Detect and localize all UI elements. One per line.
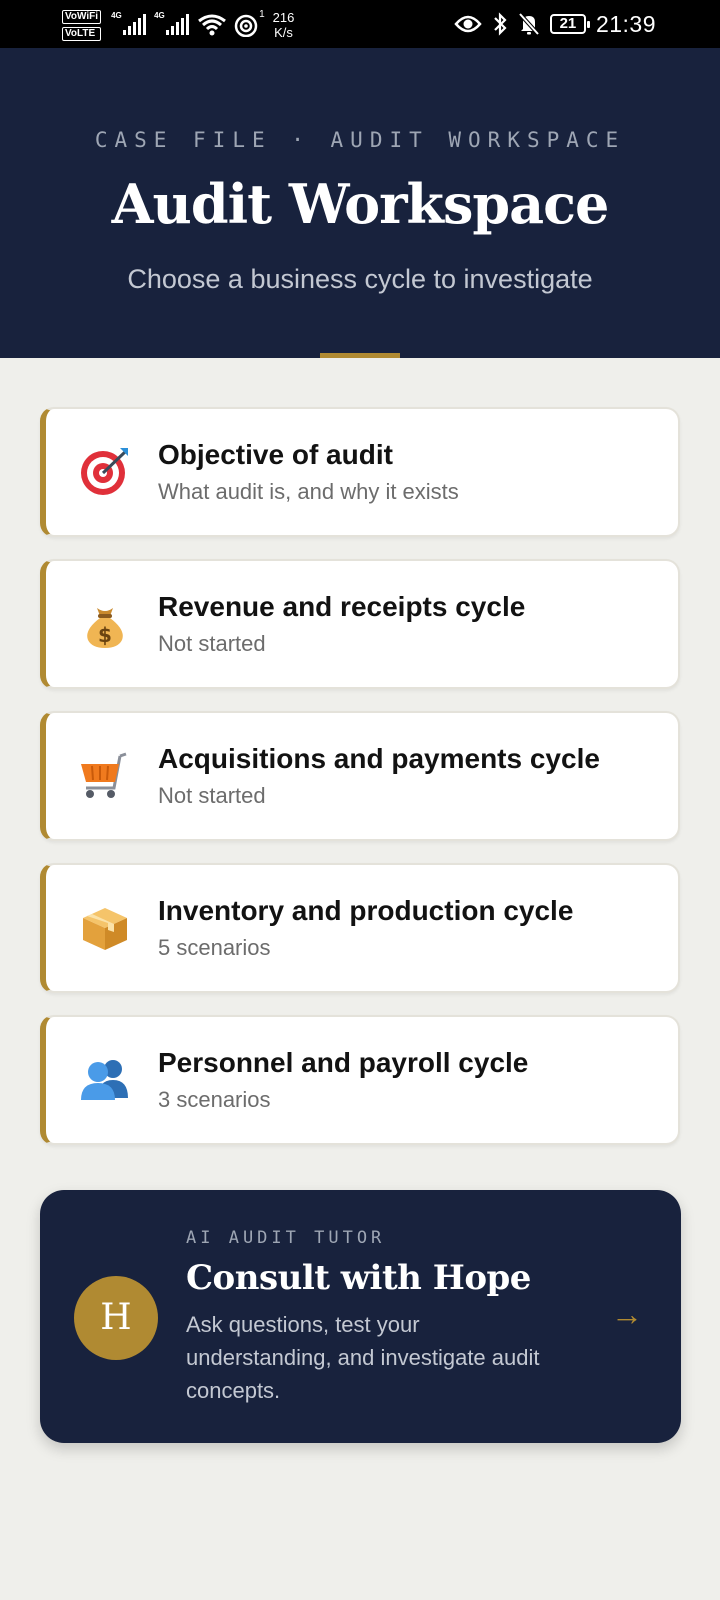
status-left: VoWiFi VoLTE 4G 4G 1 216 K/s <box>62 5 294 45</box>
card-subtitle: What audit is, and why it exists <box>158 479 459 504</box>
hotspot-count: 1 <box>259 9 265 20</box>
vowifi-indicator: VoWiFi <box>62 9 102 24</box>
clock: 21:39 <box>595 10 656 37</box>
cycle-card-list: Objective of audit What audit is, and wh… <box>40 407 680 1167</box>
cycle-card-acquisitions-payments[interactable]: Acquisitions and payments cycle Not star… <box>40 711 680 841</box>
signal-strength-icon: 4G <box>111 11 147 35</box>
card-title: Objective of audit <box>158 439 393 470</box>
page-subtitle: Choose a business cycle to investigate <box>127 264 593 294</box>
page-header: CASE FILE · AUDIT WORKSPACE Audit Worksp… <box>0 48 720 358</box>
status-right: 21 21:39 <box>454 8 656 40</box>
svg-text:$: $ <box>98 623 112 647</box>
bluetooth-icon <box>494 12 507 36</box>
header-accent-divider <box>320 353 400 358</box>
signal-strength-icon-2: 4G <box>154 11 190 35</box>
card-title: Revenue and receipts cycle <box>158 591 526 622</box>
tutor-eyebrow: AI AUDIT TUTOR <box>186 1228 386 1248</box>
target-icon <box>81 448 128 495</box>
package-icon <box>83 908 127 950</box>
card-title: Inventory and production cycle <box>158 895 574 926</box>
eye-icon <box>454 15 482 33</box>
notifications-muted-icon <box>518 12 540 36</box>
cycle-card-revenue-receipts[interactable]: $ Revenue and receipts cycle Not started <box>40 559 680 689</box>
card-subtitle: 5 scenarios <box>158 935 271 960</box>
card-title: Acquisitions and payments cycle <box>158 743 600 774</box>
tutor-description: Ask questions, test your understanding, … <box>186 1312 540 1403</box>
volte-indicator: VoLTE <box>62 26 102 41</box>
card-subtitle: Not started <box>158 783 266 808</box>
ai-tutor-card[interactable]: H AI AUDIT TUTOR Consult with Hope Ask q… <box>40 1190 681 1443</box>
wifi-icon <box>198 14 226 36</box>
network-speed: 216 K/s <box>272 10 295 40</box>
cycle-card-personnel-payroll[interactable]: Personnel and payroll cycle 3 scenarios <box>40 1015 680 1145</box>
hotspot-icon <box>234 14 258 37</box>
header-eyebrow: CASE FILE · AUDIT WORKSPACE <box>94 128 626 152</box>
cycle-card-objective[interactable]: Objective of audit What audit is, and wh… <box>40 407 680 537</box>
shopping-cart-icon <box>81 752 127 798</box>
page-title: Audit Workspace <box>111 172 610 236</box>
status-bar: VoWiFi VoLTE 4G 4G 1 216 K/s 21 21:39 <box>0 0 720 48</box>
cycle-card-inventory-production[interactable]: Inventory and production cycle 5 scenari… <box>40 863 680 993</box>
card-subtitle: Not started <box>158 631 266 656</box>
money-bag-icon: $ <box>87 608 123 648</box>
tutor-avatar: H <box>74 1276 158 1360</box>
tutor-title: Consult with Hope <box>186 1258 531 1298</box>
arrow-right-icon[interactable]: → <box>611 1296 643 1333</box>
card-subtitle: 3 scenarios <box>158 1087 271 1112</box>
battery-icon: 21 <box>549 14 590 34</box>
card-title: Personnel and payroll cycle <box>158 1047 529 1078</box>
people-icon <box>81 1060 128 1100</box>
